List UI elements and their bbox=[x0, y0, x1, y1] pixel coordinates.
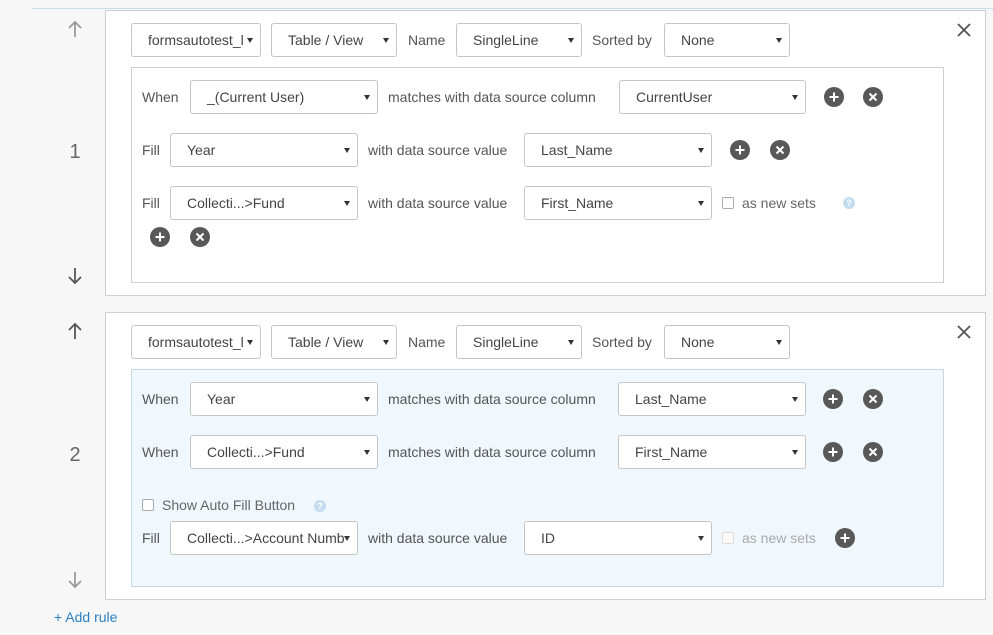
conditions-panel: When _(Current User) matches with data s… bbox=[131, 67, 944, 283]
matches-label: matches with data source column bbox=[388, 89, 596, 105]
conditions-panel: When Year matches with data source colum… bbox=[131, 369, 944, 587]
help-icon[interactable]: ? bbox=[314, 500, 326, 512]
remove-fill-icon[interactable] bbox=[770, 140, 790, 160]
fill-value-select[interactable]: ID bbox=[524, 521, 712, 555]
sorted-by-select[interactable]: None bbox=[664, 325, 790, 359]
fill-field-select[interactable]: Year bbox=[170, 133, 358, 167]
when-label: When bbox=[142, 391, 179, 407]
move-up-arrow-icon[interactable] bbox=[64, 320, 86, 342]
remove-condition-icon[interactable] bbox=[863, 87, 883, 107]
source-select[interactable]: formsautotest_l bbox=[131, 325, 261, 359]
add-fill-icon[interactable] bbox=[730, 140, 750, 160]
move-down-arrow-icon[interactable] bbox=[64, 265, 86, 287]
as-new-sets-label: as new sets bbox=[742, 195, 816, 211]
sorted-by-label: Sorted by bbox=[592, 334, 652, 350]
add-fill-icon[interactable] bbox=[150, 227, 170, 247]
fill-field-select[interactable]: Collecti...>Fund bbox=[170, 186, 358, 220]
match-column-select[interactable]: Last_Name bbox=[618, 382, 806, 416]
add-condition-icon[interactable] bbox=[823, 442, 843, 462]
type-select[interactable]: Table / View bbox=[271, 23, 397, 57]
source-select[interactable]: formsautotest_l bbox=[131, 23, 261, 57]
remove-condition-icon[interactable] bbox=[863, 389, 883, 409]
as-new-sets-checkbox bbox=[722, 532, 734, 544]
type-select[interactable]: Table / View bbox=[271, 325, 397, 359]
when-label: When bbox=[142, 89, 179, 105]
show-auto-fill-checkbox[interactable] bbox=[142, 499, 154, 511]
match-column-select[interactable]: First_Name bbox=[618, 435, 806, 469]
add-fill-icon[interactable] bbox=[835, 528, 855, 548]
show-auto-fill-label: Show Auto Fill Button bbox=[162, 497, 296, 513]
name-label: Name bbox=[408, 334, 446, 350]
matches-label: matches with data source column bbox=[388, 444, 596, 460]
move-up-arrow-icon[interactable] bbox=[64, 18, 86, 40]
match-column-select[interactable]: CurrentUser bbox=[619, 80, 806, 114]
when-field-select[interactable]: Collecti...>Fund bbox=[190, 435, 378, 469]
as-new-sets-checkbox[interactable] bbox=[722, 197, 734, 209]
rule-card: formsautotest_l Table / View Name Single… bbox=[105, 312, 986, 600]
as-new-sets-label: as new sets bbox=[742, 530, 816, 546]
fill-label: Fill bbox=[142, 195, 160, 211]
when-label: When bbox=[142, 444, 179, 460]
close-rule-icon[interactable] bbox=[955, 323, 973, 341]
top-divider bbox=[32, 0, 993, 9]
sorted-by-label: Sorted by bbox=[592, 32, 652, 48]
when-field-select[interactable]: _(Current User) bbox=[190, 80, 378, 114]
help-icon[interactable]: ? bbox=[843, 197, 855, 209]
close-rule-icon[interactable] bbox=[955, 21, 973, 39]
fill-label: Fill bbox=[142, 142, 160, 158]
remove-condition-icon[interactable] bbox=[863, 442, 883, 462]
matches-label: matches with data source column bbox=[388, 391, 596, 407]
sorted-by-select[interactable]: None bbox=[664, 23, 790, 57]
rule-number: 1 bbox=[69, 141, 81, 163]
fill-value-select[interactable]: Last_Name bbox=[524, 133, 712, 167]
rule-number: 2 bbox=[69, 444, 81, 466]
name-select[interactable]: SingleLine bbox=[456, 23, 582, 57]
data-source-value-label: with data source value bbox=[368, 142, 508, 158]
fill-value-select[interactable]: First_Name bbox=[524, 186, 712, 220]
rule-card: formsautotest_l Table / View Name Single… bbox=[105, 10, 986, 296]
add-rule-link[interactable]: + Add rule bbox=[54, 607, 117, 627]
remove-fill-icon[interactable] bbox=[190, 227, 210, 247]
data-source-value-label: with data source value bbox=[368, 195, 508, 211]
fill-field-select[interactable]: Collecti...>Account Numb bbox=[170, 521, 358, 555]
add-condition-icon[interactable] bbox=[824, 87, 844, 107]
data-source-value-label: with data source value bbox=[368, 530, 508, 546]
add-condition-icon[interactable] bbox=[823, 389, 843, 409]
move-down-arrow-icon[interactable] bbox=[64, 569, 86, 591]
fill-label: Fill bbox=[142, 530, 160, 546]
name-select[interactable]: SingleLine bbox=[456, 325, 582, 359]
when-field-select[interactable]: Year bbox=[190, 382, 378, 416]
name-label: Name bbox=[408, 32, 446, 48]
